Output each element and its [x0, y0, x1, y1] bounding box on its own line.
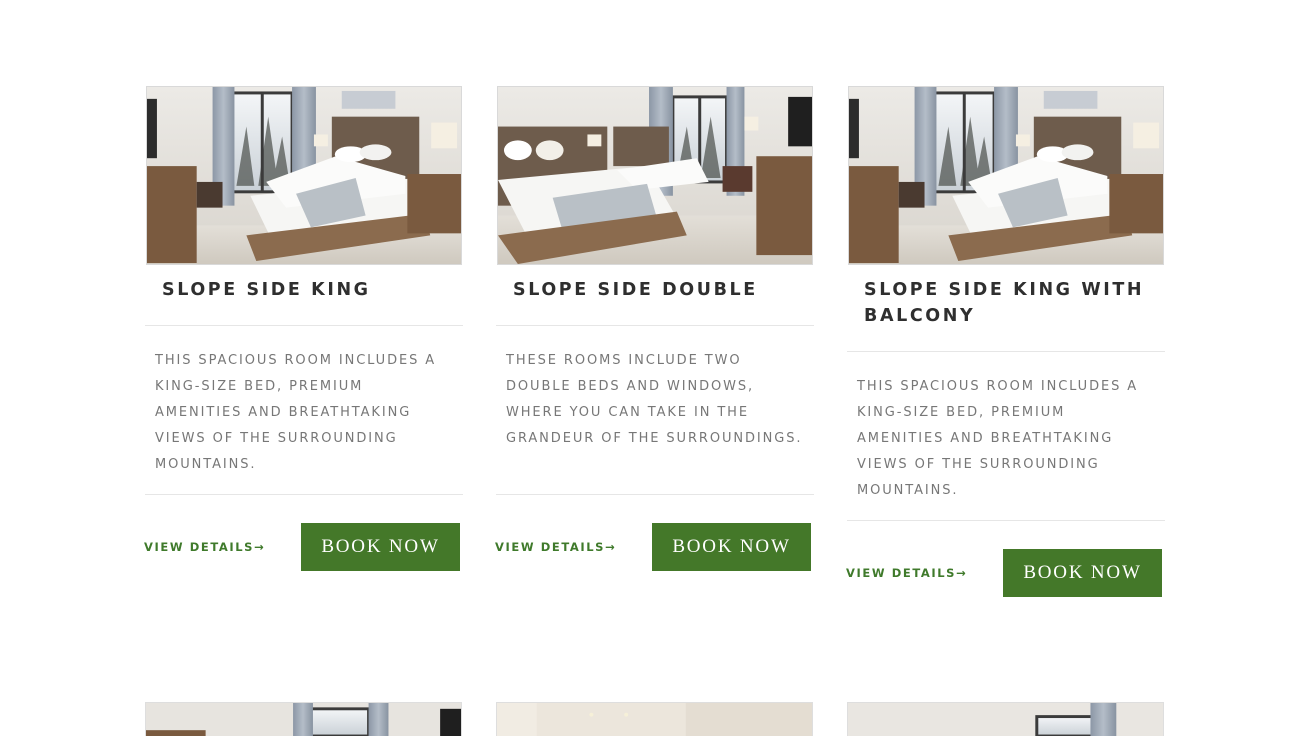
hotel-room-photo	[848, 703, 1163, 736]
room-photo[interactable]	[848, 86, 1164, 265]
room-description: THIS SPACIOUS ROOM INCLUDES A KING-SIZE …	[857, 379, 1139, 498]
room-title: SLOPE SIDE KING	[162, 280, 371, 300]
hotel-room-king-photo	[147, 87, 461, 264]
hotel-room-king-balcony-photo	[849, 87, 1163, 264]
divider	[496, 325, 814, 326]
room-photo[interactable]	[497, 86, 813, 265]
room-photo[interactable]	[145, 702, 462, 736]
room-title: SLOPE SIDE DOUBLE	[513, 280, 758, 300]
view-details-link[interactable]: VIEW DETAILS→	[144, 540, 265, 554]
divider	[847, 520, 1165, 521]
divider	[145, 325, 463, 326]
hotel-room-double-photo	[498, 87, 812, 264]
divider	[847, 351, 1165, 352]
hotel-room-photo	[146, 703, 461, 736]
room-photo[interactable]	[847, 702, 1164, 736]
book-now-button[interactable]: BOOK NOW	[1003, 549, 1162, 597]
room-description: THESE ROOMS INCLUDE TWO DOUBLE BEDS AND …	[506, 353, 803, 446]
divider	[496, 494, 814, 495]
room-description: THIS SPACIOUS ROOM INCLUDES A KING-SIZE …	[155, 353, 437, 472]
book-now-button[interactable]: BOOK NOW	[652, 523, 811, 571]
divider	[145, 494, 463, 495]
hotel-room-photo	[497, 703, 812, 736]
book-now-button[interactable]: BOOK NOW	[301, 523, 460, 571]
view-details-link[interactable]: VIEW DETAILS→	[846, 566, 967, 580]
room-photo[interactable]	[146, 86, 462, 265]
view-details-link[interactable]: VIEW DETAILS→	[495, 540, 616, 554]
room-photo[interactable]	[496, 702, 813, 736]
room-title: SLOPE SIDE KING WITH BALCONY	[864, 280, 1145, 326]
